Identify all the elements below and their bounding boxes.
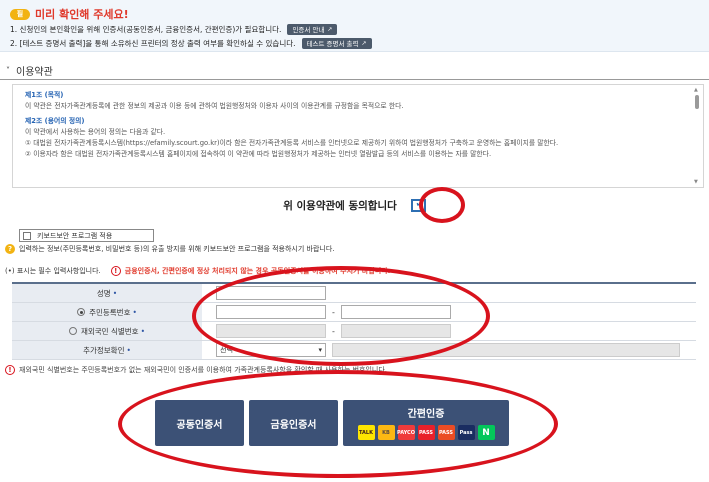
required-mark: • [132,307,137,317]
required-mark: • [140,326,146,336]
rrn-label-text: 주민등록번호 [89,307,131,317]
alert-icon: ! [5,365,15,375]
external-link-icon: ↗ [327,25,333,33]
notice-header: 필 미리 확인해 주세요! [10,7,699,21]
scroll-thumb[interactable] [695,95,699,109]
required-mark: • [126,345,131,355]
chevron-down-icon: ˅ [6,66,10,75]
name-label: 성명 • [12,284,202,302]
notice-title: 미리 확인해 주세요! [35,8,129,21]
notice-line-2-text: 2. [테스트 증명서 출력]을 통해 소유하신 프린터의 정상 출력 여부를 … [10,38,296,48]
notice-line-1-text: 1. 신청인의 본인확인을 위해 인증서(공동인증서, 금융인증서, 간편인증)… [10,24,282,34]
keyboard-security-label: 키보드보안 프로그램 적용 [37,231,113,240]
terms-section-title: ˅ 이용약관 [6,63,53,78]
name-label-text: 성명 [96,288,111,298]
rrn-label: 주민등록번호 • [12,303,202,321]
scroll-up-icon[interactable]: ▲ [694,87,698,93]
keyboard-security-checkbox[interactable]: 키보드보안 프로그램 적용 [19,229,154,242]
terms-scrollbar[interactable]: ▲ ▼ [693,87,701,185]
extra-label: 추가정보확인 • [12,341,202,359]
terms-article-2-title: 제2조 (용어의 정의) [25,117,85,125]
terms-text: ② 이용자라 함은 대법원 전자가족관계등록시스템 홈페이지에 접속하여 이 약… [25,150,492,158]
cert-guide-label: 인증서 안내 [292,26,325,34]
foreign-label-text: 재외국민 식별번호 [80,326,139,336]
notice-line-1: 1. 신청인의 본인확인을 위해 인증서(공동인증서, 금융인증서, 간편인증)… [10,23,699,35]
test-print-button[interactable]: 테스트 증명서 출력 ↗ [301,37,372,49]
annotation-circle-auth [118,370,558,478]
annotation-circle-agree [419,187,465,223]
foreign-label: 재외국민 식별번호 • [12,322,202,340]
extra-label-text: 추가정보확인 [83,345,125,355]
notice-badge-icon: 필 [10,8,30,20]
terms-title-text: 이용약관 [16,67,53,78]
keyboard-note-text: 입력하는 정보(주민등록번호, 비밀번호 등)의 유출 방지를 위해 키보드보안… [19,245,335,253]
notice-panel: 필 미리 확인해 주세요! 1. 신청인의 본인확인을 위해 인증서(공동인증서… [0,0,709,52]
foreign-radio[interactable] [68,327,77,335]
alert-icon: ! [110,266,121,276]
scroll-down-icon[interactable]: ▼ [694,179,698,185]
required-mark: • [112,288,118,298]
rrn-radio[interactable] [77,308,86,316]
checkbox-box [23,231,31,240]
terms-text: 이 약관에서 사용하는 용어의 정의는 다음과 같다. [25,128,166,136]
notice-line-2: 2. [테스트 증명서 출력]을 통해 소유하신 프린터의 정상 출력 여부를 … [10,37,699,49]
annotation-circle-form [192,266,490,366]
agree-row: 위 이용약관에 동의합니다 ✓ [0,196,709,214]
external-link-icon: ↗ [361,39,367,47]
terms-article-1-title: 제1조 (목적) [25,91,64,99]
terms-text: 이 약관은 전자가족관계등록에 관한 정보의 제공과 이용 등에 관하여 법원행… [25,102,404,110]
required-note: (•) 표시는 필수 입력사항입니다. [5,267,101,275]
test-print-label: 테스트 증명서 출력 [306,40,359,48]
keyboard-security-note: ? 입력하는 정보(주민등록번호, 비밀번호 등)의 유출 방지를 위해 키보드… [5,244,335,254]
cert-guide-button[interactable]: 인증서 안내 ↗ [287,23,338,35]
terms-scroll-box[interactable]: 제1조 (목적) 이 약관은 전자가족관계등록에 관한 정보의 제공과 이용 등… [12,84,704,188]
terms-text: ① 대법원 전자가족관계등록시스템(https://efamily.scourt… [25,139,559,147]
agree-label: 위 이용약관에 동의합니다 [283,199,397,212]
section-divider [0,79,709,80]
question-icon: ? [5,244,15,254]
